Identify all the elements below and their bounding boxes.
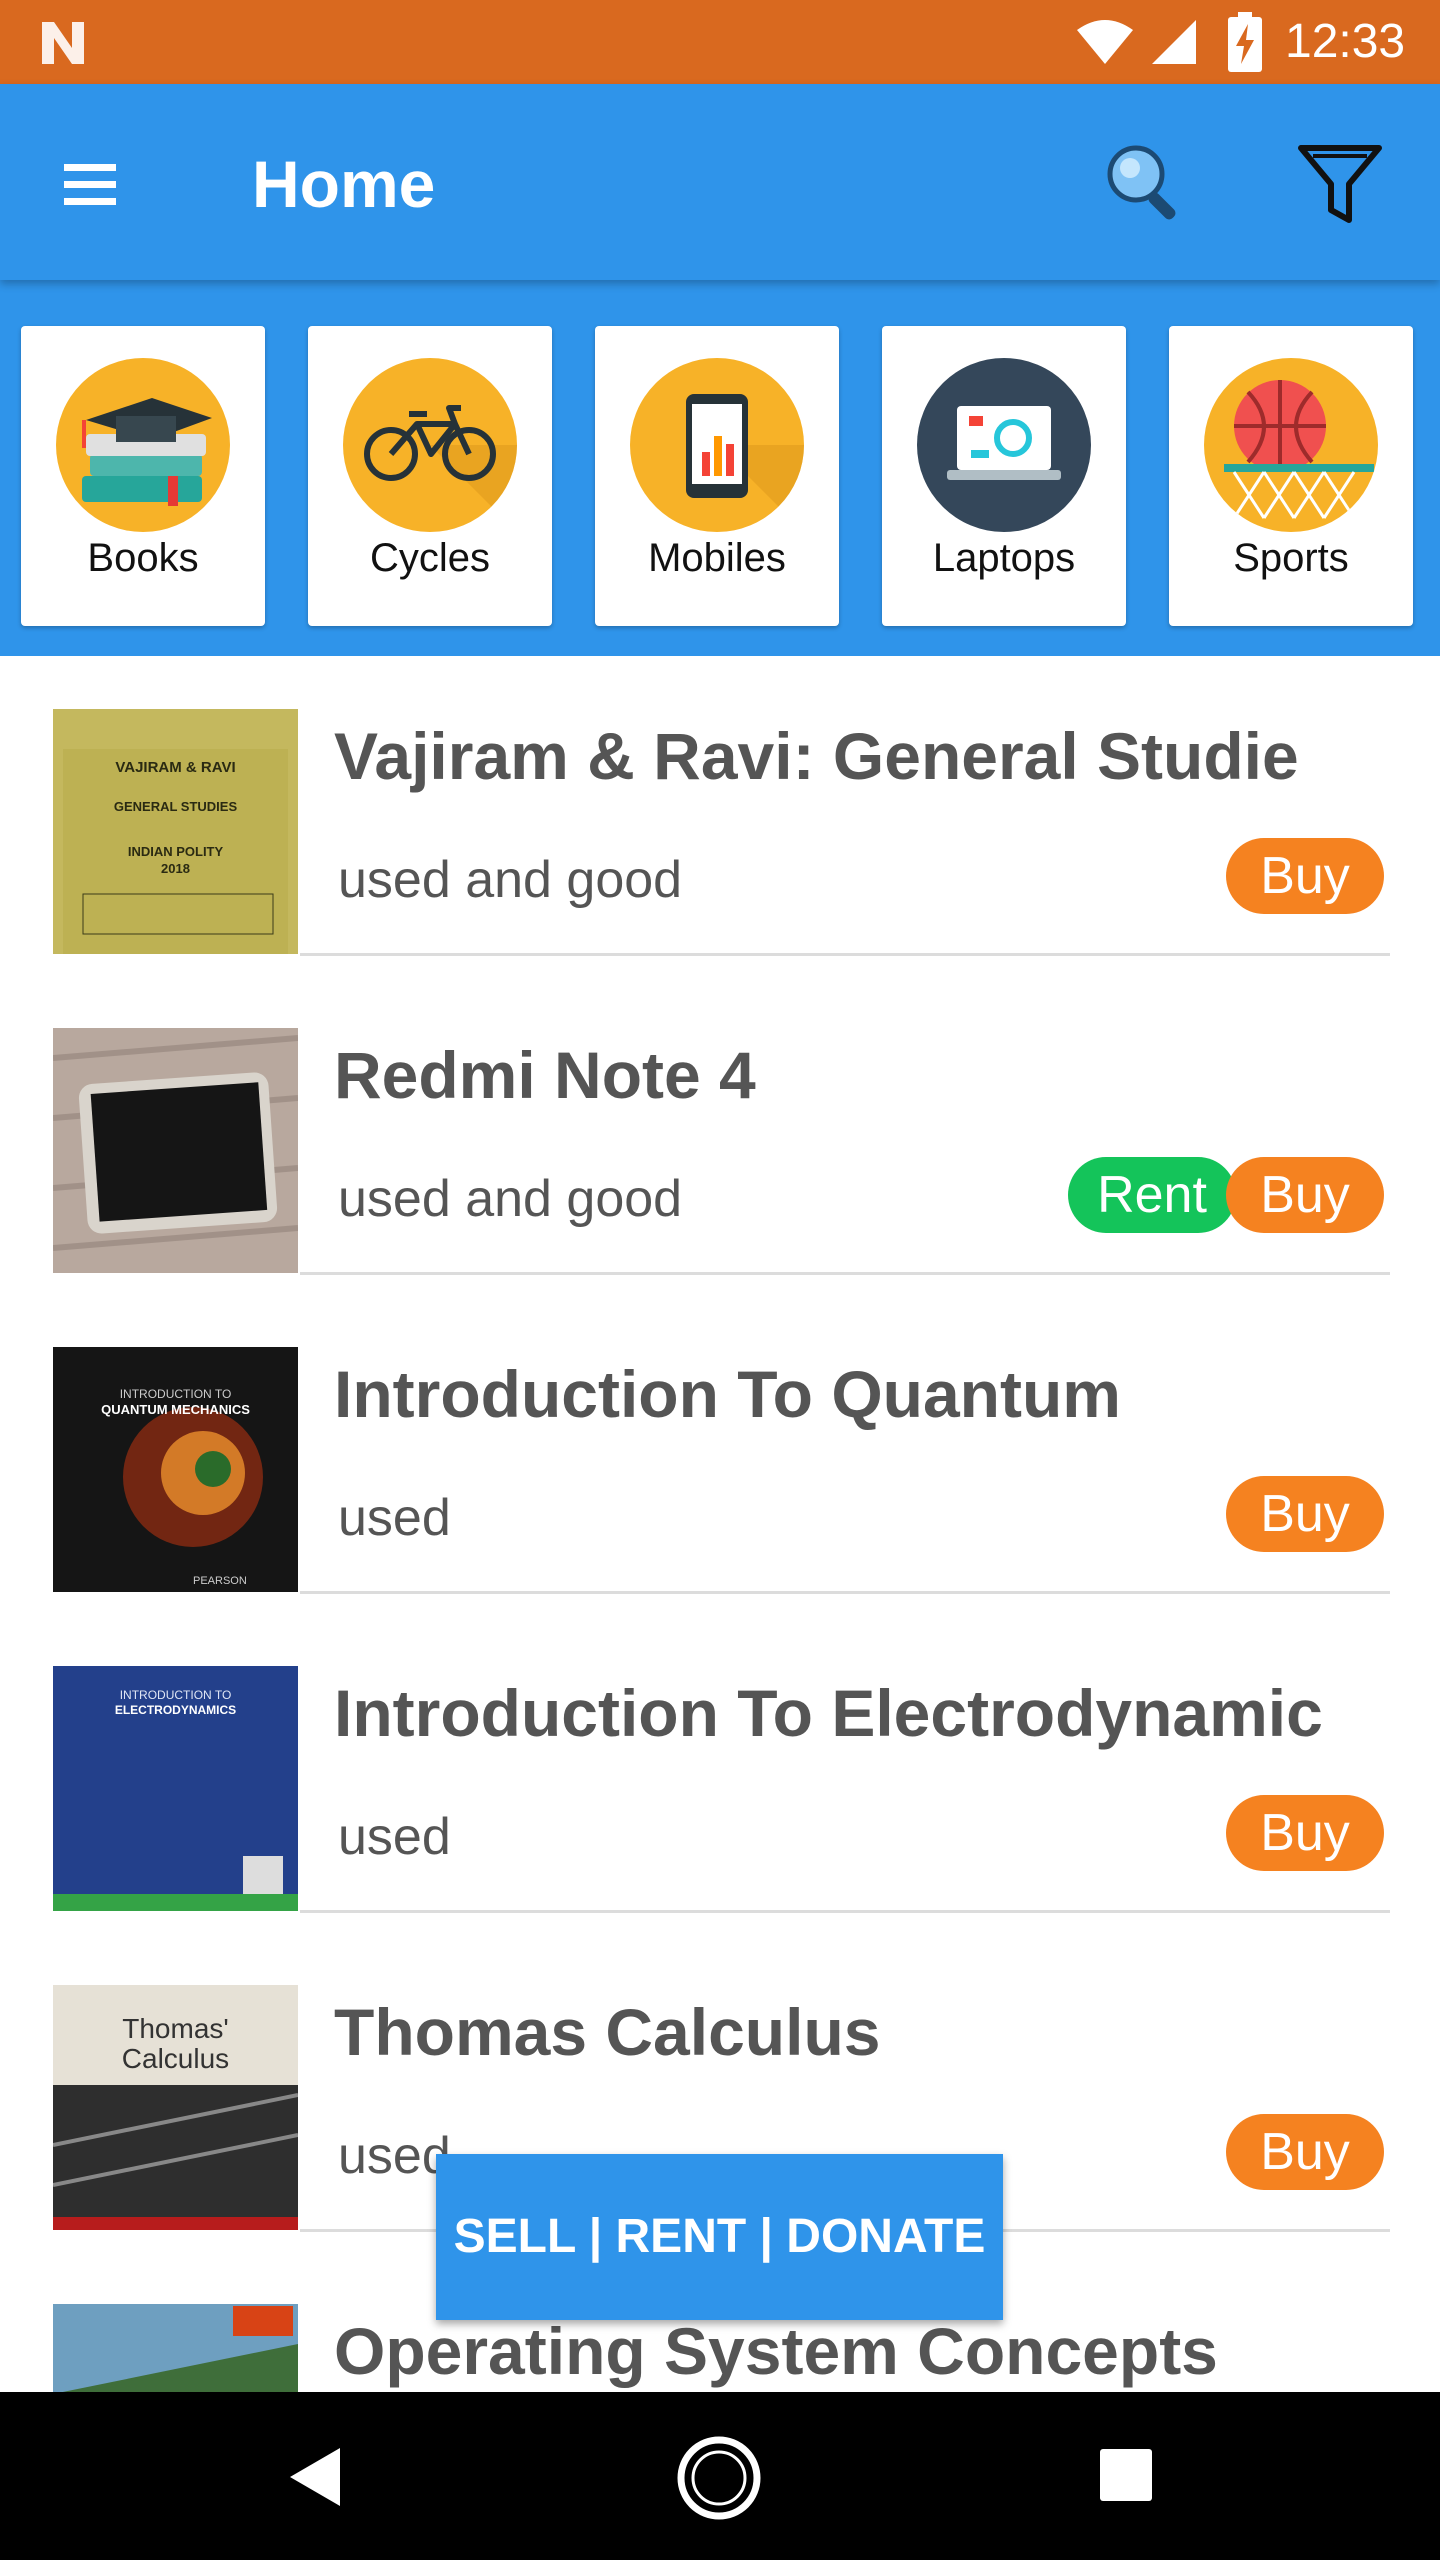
app-bar: Home — [0, 84, 1440, 280]
thumb-text: 2018 — [161, 861, 190, 876]
thumb-text: Calculus — [121, 2043, 230, 2074]
listing-title: Operating System Concepts — [334, 2314, 1218, 2388]
listing-condition: used — [338, 1808, 451, 1866]
bicycle-icon — [343, 358, 517, 532]
sell-rent-donate-button[interactable]: SELL | RENT | DONATE — [436, 2154, 1003, 2320]
buy-button[interactable]: Buy — [1226, 1795, 1384, 1871]
home-icon[interactable] — [675, 2434, 763, 2522]
listing-thumbnail: VAJIRAM & RAVI GENERAL STUDIES INDIAN PO… — [53, 709, 298, 954]
divider — [300, 1591, 1390, 1594]
battery-charging-icon — [1228, 12, 1262, 72]
category-label: Sports — [1233, 536, 1349, 580]
thumb-text: INDIAN POLITY — [127, 844, 224, 859]
rent-button[interactable]: Rent — [1068, 1157, 1236, 1233]
listing-condition: used — [338, 1489, 451, 1547]
divider — [300, 953, 1390, 956]
back-icon[interactable] — [282, 2442, 352, 2512]
mobile-phone-icon — [630, 358, 804, 532]
listing-title: Thomas Calculus — [334, 1995, 881, 2069]
listing-title: Redmi Note 4 — [334, 1038, 756, 1112]
recent-apps-icon[interactable] — [1098, 2447, 1154, 2503]
books-icon — [56, 358, 230, 532]
listing-thumbnail — [53, 2304, 298, 2392]
listing-thumbnail: Thomas' Calculus — [53, 1985, 298, 2230]
hamburger-menu-icon[interactable] — [50, 150, 130, 220]
thumb-text: INTRODUCTION TO — [119, 1387, 232, 1401]
filter-icon[interactable] — [1295, 138, 1385, 228]
category-sports[interactable]: Sports — [1169, 326, 1413, 626]
divider — [300, 1910, 1390, 1913]
buy-button[interactable]: Buy — [1226, 2114, 1384, 2190]
search-icon[interactable] — [1100, 138, 1190, 228]
thumb-text: Thomas' — [122, 2013, 229, 2044]
category-books[interactable]: Books — [21, 326, 265, 626]
listing-thumbnail: INTRODUCTION TO ELECTRODYNAMICS — [53, 1666, 298, 1911]
thumb-text: ELECTRODYNAMICS — [114, 1703, 237, 1717]
thumb-text: PEARSON — [193, 1575, 247, 1587]
buy-button[interactable]: Buy — [1226, 1157, 1384, 1233]
listing-condition: used and good — [338, 851, 683, 909]
buy-button[interactable]: Buy — [1226, 1476, 1384, 1552]
category-label: Books — [87, 536, 199, 580]
listing-list: VAJIRAM & RAVI GENERAL STUDIES INDIAN PO… — [18, 656, 1422, 2392]
category-label: Mobiles — [648, 536, 786, 580]
category-cycles[interactable]: Cycles — [308, 326, 552, 626]
list-item[interactable]: INTRODUCTION TO ELECTRODYNAMICS Introduc… — [18, 1613, 1422, 1932]
listing-thumbnail: INTRODUCTION TO QUANTUM MECHANICS PEARSO… — [53, 1347, 298, 1592]
notification-n-icon — [42, 22, 84, 64]
clock: 12:33 — [1285, 15, 1406, 68]
system-nav-bar — [0, 2392, 1440, 2560]
listing-condition: used and good — [338, 1170, 683, 1228]
category-strip: Books Cycles Mobiles Laptops Sports — [0, 280, 1440, 656]
category-label: Laptops — [932, 536, 1076, 580]
listing-title: Vajiram & Ravi: General Studie — [334, 719, 1299, 793]
wifi-icon — [1077, 20, 1133, 64]
category-laptops[interactable]: Laptops — [882, 326, 1126, 626]
thumb-text: INTRODUCTION TO — [119, 1688, 232, 1702]
listing-title: Introduction To Electrodynamic — [334, 1676, 1323, 1750]
listing-title: Introduction To Quantum — [334, 1357, 1121, 1431]
listing-thumbnail — [53, 1028, 298, 1273]
buy-button[interactable]: Buy — [1226, 838, 1384, 914]
category-mobiles[interactable]: Mobiles — [595, 326, 839, 626]
basketball-icon — [1204, 358, 1378, 532]
listing-condition: used — [338, 2127, 451, 2185]
status-bar: 12:33 — [0, 0, 1440, 84]
thumb-text: GENERAL STUDIES — [113, 799, 238, 814]
laptop-icon — [917, 358, 1091, 532]
thumb-text: VAJIRAM & RAVI — [115, 759, 236, 776]
category-label: Cycles — [369, 536, 491, 580]
list-item[interactable]: INTRODUCTION TO QUANTUM MECHANICS PEARSO… — [18, 1294, 1422, 1613]
page-title: Home — [252, 147, 436, 221]
list-item[interactable]: VAJIRAM & RAVI GENERAL STUDIES INDIAN PO… — [18, 656, 1422, 975]
list-item[interactable]: Redmi Note 4 used and good Rent Buy — [18, 975, 1422, 1294]
divider — [300, 1272, 1390, 1275]
cell-signal-icon — [1152, 20, 1196, 64]
thumb-text: QUANTUM MECHANICS — [101, 1402, 250, 1417]
